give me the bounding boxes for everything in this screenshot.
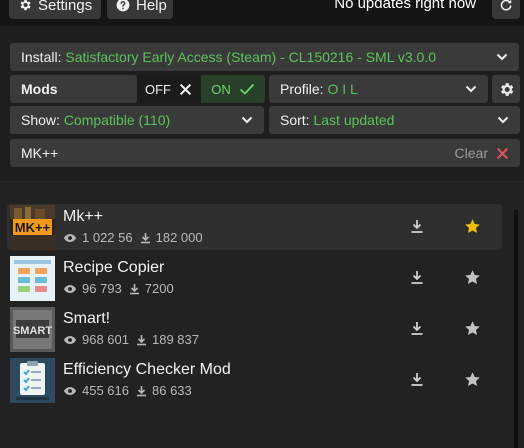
clear-search-button[interactable]: Clear bbox=[455, 145, 509, 161]
mod-row-mk-plus-plus[interactable]: MK++ Mk++ 1 022 56 182 000 bbox=[7, 204, 502, 250]
help-icon bbox=[116, 0, 130, 12]
refresh-icon bbox=[499, 0, 513, 12]
profile-label: Profile: bbox=[280, 81, 324, 97]
download-count: 7200 bbox=[144, 281, 174, 296]
download-icon[interactable] bbox=[410, 219, 424, 234]
mods-on-button[interactable]: ON bbox=[201, 75, 265, 103]
gear-icon bbox=[18, 0, 32, 12]
download-count-icon bbox=[136, 334, 147, 346]
svg-text:SMART: SMART bbox=[13, 325, 52, 337]
mod-row-recipe-copier[interactable]: Recipe Copier 96 793 7200 bbox=[7, 255, 502, 301]
mod-row-smart[interactable]: SMART Smart! 968 601 189 837 bbox=[7, 306, 502, 352]
install-select[interactable]: Install: Satisfactory Early Access (Stea… bbox=[10, 43, 519, 71]
eye-icon bbox=[63, 284, 77, 294]
smart-logo: SMART bbox=[10, 307, 55, 352]
view-count: 1 022 56 bbox=[82, 230, 133, 245]
mods-label: Mods bbox=[21, 81, 58, 97]
gear-icon bbox=[498, 81, 515, 98]
mod-name: Mk++ bbox=[63, 208, 104, 225]
download-icon[interactable] bbox=[410, 270, 424, 285]
chevron-down-icon bbox=[465, 85, 477, 93]
favorite-star-icon[interactable] bbox=[464, 269, 481, 286]
scrollbar[interactable] bbox=[514, 210, 518, 448]
mod-stats: 96 793 7200 bbox=[63, 281, 218, 296]
sort-label: Sort: bbox=[280, 112, 310, 128]
help-label: Help bbox=[136, 0, 167, 14]
top-bar: Settings Help No updates right now bbox=[0, 0, 524, 26]
favorite-star-icon[interactable] bbox=[464, 218, 481, 235]
svg-text:MK++: MK++ bbox=[15, 220, 51, 235]
close-icon bbox=[179, 83, 192, 96]
check-icon bbox=[239, 83, 255, 95]
sort-value: Last updated bbox=[313, 112, 395, 128]
view-count: 455 616 bbox=[82, 383, 129, 398]
settings-button[interactable]: Settings bbox=[9, 0, 101, 19]
download-count-icon bbox=[136, 385, 147, 397]
download-count: 86 633 bbox=[152, 383, 192, 398]
install-label: Install: bbox=[21, 49, 62, 65]
profile-settings-button[interactable] bbox=[492, 75, 520, 103]
mod-stats: 968 601 189 837 bbox=[63, 332, 218, 347]
mod-stats: 1 022 56 182 000 bbox=[63, 230, 218, 245]
download-icon[interactable] bbox=[410, 321, 424, 336]
chevron-down-icon bbox=[496, 53, 508, 61]
mod-name: Recipe Copier bbox=[63, 259, 165, 276]
show-filter-select[interactable]: Show: Compatible (110) bbox=[10, 106, 264, 134]
download-count: 182 000 bbox=[155, 230, 203, 245]
update-status-text: No updates right now bbox=[334, 0, 476, 12]
download-count-icon bbox=[140, 232, 151, 244]
show-value: Compatible (110) bbox=[63, 112, 171, 128]
check-updates-button[interactable] bbox=[492, 0, 520, 19]
search-input[interactable] bbox=[21, 145, 455, 161]
mods-off-label: OFF bbox=[145, 81, 171, 97]
download-count: 189 837 bbox=[152, 332, 199, 347]
eye-icon bbox=[63, 386, 77, 396]
eye-icon bbox=[63, 335, 77, 345]
download-icon[interactable] bbox=[410, 372, 424, 387]
settings-label: Settings bbox=[38, 0, 93, 14]
mod-row-efficiency-checker[interactable]: Efficiency Checker Mod 455 616 86 633 bbox=[7, 357, 502, 403]
sort-select[interactable]: Sort: Last updated bbox=[269, 106, 520, 134]
show-label: Show: bbox=[21, 112, 60, 128]
mods-on-label: ON bbox=[211, 81, 231, 97]
mods-label-box: Mods bbox=[10, 75, 137, 103]
mods-off-button[interactable]: OFF bbox=[137, 75, 200, 103]
view-count: 968 601 bbox=[82, 332, 129, 347]
profile-value: O I L bbox=[327, 81, 358, 97]
mk-plus-plus-logo: MK++ bbox=[10, 205, 55, 250]
install-value: Satisfactory Early Access (Steam) - CL15… bbox=[65, 49, 436, 65]
view-count: 96 793 bbox=[82, 281, 122, 296]
favorite-star-icon[interactable] bbox=[464, 371, 481, 388]
eye-icon bbox=[63, 233, 77, 243]
favorite-star-icon[interactable] bbox=[464, 320, 481, 337]
recipe-copier-logo bbox=[10, 256, 55, 301]
efficiency-checker-logo bbox=[10, 358, 55, 403]
search-bar: Clear bbox=[10, 139, 520, 167]
download-count-icon bbox=[129, 283, 140, 295]
profile-select[interactable]: Profile: O I L bbox=[269, 75, 488, 103]
clear-label: Clear bbox=[454, 145, 488, 161]
mod-stats: 455 616 86 633 bbox=[63, 383, 218, 398]
close-icon bbox=[496, 147, 509, 160]
chevron-down-icon bbox=[241, 116, 253, 124]
help-button[interactable]: Help bbox=[107, 0, 173, 19]
mod-name: Smart! bbox=[63, 310, 111, 327]
chevron-down-icon bbox=[497, 116, 509, 124]
mod-name: Efficiency Checker Mod bbox=[63, 361, 231, 378]
